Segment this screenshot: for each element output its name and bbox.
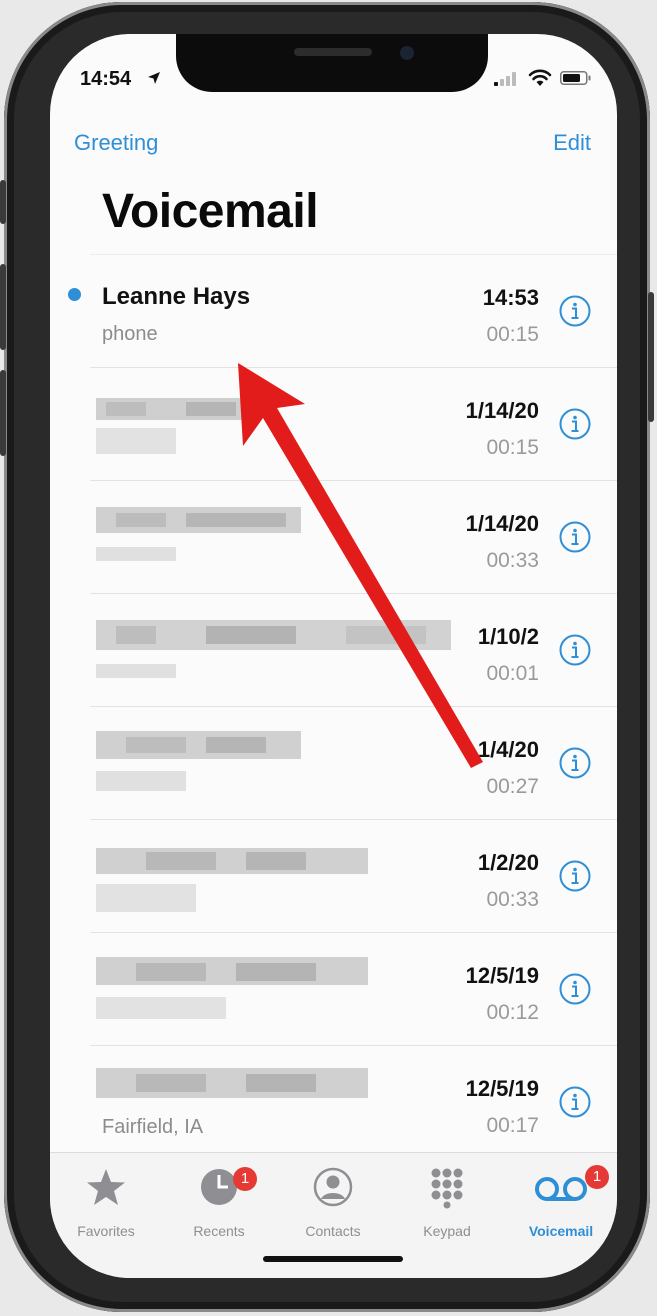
voicemail-duration: 00:33 <box>486 888 539 911</box>
cellular-signal-icon <box>494 72 516 86</box>
edit-button[interactable]: Edit <box>553 130 591 156</box>
voicemail-duration: 00:27 <box>486 775 539 798</box>
tab-voicemail[interactable]: 1 Voicemail <box>511 1161 611 1239</box>
volume-down-button <box>0 370 6 456</box>
tab-label: Keypad <box>423 1223 471 1239</box>
voicemail-date: 1/10/2 <box>477 624 539 649</box>
voicemail-list: Leanne Hays phone 14:53 00:15 1/14/20 00… <box>50 254 617 1159</box>
voicemail-date: 1/4/20 <box>477 737 539 762</box>
info-icon[interactable] <box>559 295 591 327</box>
voicemail-badge: 1 <box>585 1165 609 1189</box>
screen: 14:54 Greeting Edit Voicemail Leanne Hay… <box>50 34 617 1278</box>
voicemail-date: 12/5/19 <box>465 963 539 988</box>
keypad-icon <box>431 1168 463 1209</box>
tab-label: Contacts <box>305 1223 361 1239</box>
voicemail-date: 12/5/19 <box>465 1076 539 1101</box>
voicemail-duration: 00:17 <box>486 1114 539 1137</box>
unread-indicator <box>68 288 81 301</box>
person-circle-icon <box>313 1167 353 1207</box>
notch <box>176 34 488 92</box>
caller-name: Leanne Hays <box>102 283 251 310</box>
tab-favorites[interactable]: Favorites <box>56 1161 156 1239</box>
star-icon <box>87 1169 125 1205</box>
redacted-caller-name <box>96 951 376 1027</box>
side-button <box>648 292 654 422</box>
tab-recents[interactable]: 1 Recents <box>169 1161 269 1239</box>
redacted-caller-name <box>96 731 306 795</box>
info-icon[interactable] <box>559 521 591 553</box>
info-icon[interactable] <box>559 634 591 666</box>
location-arrow-icon <box>148 72 160 84</box>
voicemail-row[interactable]: 12/5/19 00:12 <box>90 933 617 1046</box>
mute-switch <box>0 180 6 224</box>
voicemail-duration: 00:01 <box>486 662 539 685</box>
voicemail-duration: 00:15 <box>486 436 539 459</box>
earpiece-speaker <box>294 48 372 56</box>
redacted-caller-name <box>96 507 306 567</box>
voicemail-date: 1/14/20 <box>465 398 539 423</box>
info-icon[interactable] <box>559 860 591 892</box>
caller-label: Fairfield, IA <box>102 1116 204 1138</box>
voicemail-duration: 00:33 <box>486 549 539 572</box>
tab-keypad[interactable]: Keypad <box>397 1161 497 1239</box>
voicemail-row[interactable]: Fairfield, IA 12/5/19 00:17 <box>90 1046 617 1159</box>
voicemail-icon <box>535 1177 587 1201</box>
battery-icon <box>560 71 591 85</box>
greeting-button[interactable]: Greeting <box>74 130 158 156</box>
voicemail-row[interactable]: 1/4/20 00:27 <box>90 707 617 820</box>
voicemail-row[interactable]: 1/10/2 00:01 <box>90 594 617 707</box>
voicemail-row[interactable]: 1/2/20 00:33 <box>90 820 617 933</box>
voicemail-row[interactable]: 1/14/20 00:15 <box>90 368 617 481</box>
phone-frame: 14:54 Greeting Edit Voicemail Leanne Hay… <box>0 2 654 1312</box>
wifi-icon <box>528 69 552 86</box>
front-camera <box>400 46 414 60</box>
voicemail-date: 1/2/20 <box>477 850 539 875</box>
tab-contacts[interactable]: Contacts <box>283 1161 383 1239</box>
tab-label: Recents <box>193 1223 245 1239</box>
voicemail-duration: 00:15 <box>486 323 539 346</box>
status-time: 14:54 <box>80 68 132 90</box>
info-icon[interactable] <box>559 1086 591 1118</box>
redacted-caller-name <box>96 1064 376 1100</box>
tab-label: Voicemail <box>528 1223 594 1239</box>
caller-label: phone <box>102 323 158 345</box>
redacted-caller-name <box>96 398 246 460</box>
recents-badge: 1 <box>233 1167 257 1191</box>
info-icon[interactable] <box>559 408 591 440</box>
voicemail-duration: 00:12 <box>486 1001 539 1024</box>
redacted-caller-name <box>96 620 456 682</box>
volume-up-button <box>0 264 6 350</box>
home-indicator <box>263 1256 403 1262</box>
voicemail-row[interactable]: Leanne Hays phone 14:53 00:15 <box>68 254 617 368</box>
page-title: Voicemail <box>102 185 319 238</box>
voicemail-row[interactable]: 1/14/20 00:33 <box>90 481 617 594</box>
voicemail-date: 14:53 <box>482 285 539 310</box>
redacted-caller-name <box>96 840 376 916</box>
info-icon[interactable] <box>559 747 591 779</box>
voicemail-date: 1/14/20 <box>465 511 539 536</box>
info-icon[interactable] <box>559 973 591 1005</box>
tab-label: Favorites <box>77 1223 135 1239</box>
